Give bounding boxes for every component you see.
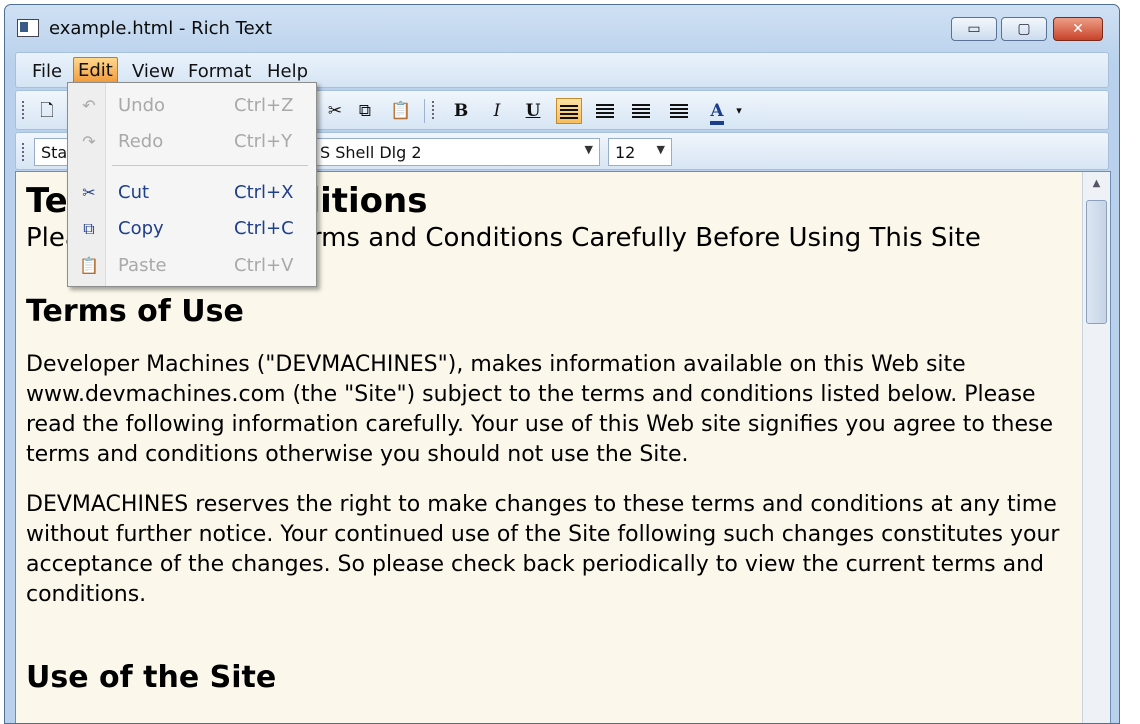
menu-item-label: Undo (118, 95, 166, 116)
copy-icon: ⧉ (83, 219, 95, 238)
menu-item-label: Copy (118, 218, 164, 239)
menu-format[interactable]: Format (184, 59, 255, 84)
scroll-thumb[interactable] (1086, 200, 1107, 324)
align-right-button[interactable] (628, 98, 654, 124)
menu-item-shortcut: Ctrl+C (234, 218, 294, 239)
maximize-button[interactable]: ▢ (1001, 17, 1047, 41)
menu-item-shortcut: Ctrl+X (234, 182, 294, 203)
minimize-button[interactable]: ▭ (951, 17, 997, 41)
menu-edit[interactable]: Edit (73, 57, 118, 84)
font-size-combo[interactable]: 12 ▼ (608, 138, 672, 166)
title-bar[interactable]: example.html - Rich Text ▭ ▢ ✕ (5, 5, 1119, 51)
scissors-icon: ✂ (82, 183, 96, 202)
align-center-button[interactable] (592, 98, 618, 124)
menu-separator (112, 165, 308, 166)
redo-icon: ↷ (82, 132, 96, 151)
menu-item-redo[interactable]: ↷ Redo Ctrl+Y (68, 125, 316, 159)
menu-item-shortcut: Ctrl+Z (234, 95, 294, 116)
chevron-down-icon: ▼ (656, 143, 665, 156)
edit-menu-dropdown: ↶ Undo Ctrl+Z ↷ Redo Ctrl+Y ✂ Cut Ctrl+X… (67, 82, 317, 287)
copy-toolbar-icon[interactable]: ⧉ (352, 98, 378, 124)
undo-icon: ↶ (82, 96, 96, 115)
menu-view[interactable]: View (128, 59, 179, 84)
align-left-icon (560, 104, 578, 120)
toolbar-separator (424, 99, 425, 123)
menu-help[interactable]: Help (263, 59, 312, 84)
scroll-up-icon[interactable]: ▲ (1086, 174, 1107, 194)
align-center-icon (596, 103, 614, 119)
menu-item-label: Paste (118, 255, 167, 276)
menu-item-paste[interactable]: 📋 Paste Ctrl+V (68, 249, 316, 283)
paste-toolbar-icon[interactable]: 📋 (388, 98, 414, 124)
font-name-combo[interactable]: S Shell Dlg 2 ▼ (314, 138, 600, 166)
menu-item-copy[interactable]: ⧉ Copy Ctrl+C (68, 212, 316, 246)
font-color-dropdown[interactable]: ▾ (732, 98, 746, 124)
app-icon[interactable] (17, 19, 39, 37)
font-name-value: S Shell Dlg 2 (320, 143, 422, 162)
document-subtitle-end: rms and Conditions Carefully Before Usin… (310, 223, 981, 253)
menu-item-undo[interactable]: ↶ Undo Ctrl+Z (68, 89, 316, 123)
font-color-button[interactable]: A (704, 98, 730, 125)
section-heading: Terms of Use (26, 294, 244, 329)
italic-button[interactable]: I (484, 98, 510, 124)
menu-item-shortcut: Ctrl+Y (234, 131, 293, 152)
menu-file[interactable]: File (28, 59, 66, 84)
align-left-button[interactable] (556, 98, 582, 124)
toolbar-grip[interactable] (22, 101, 25, 119)
cut-toolbar-icon[interactable]: ✂ (322, 98, 348, 124)
paragraph: Developer Machines ("DEVMACHINES"), make… (26, 352, 1053, 467)
close-button[interactable]: ✕ (1053, 17, 1103, 41)
align-right-icon (632, 103, 650, 119)
chevron-down-icon: ▼ (584, 143, 593, 156)
new-document-icon[interactable]: 🗋 (34, 98, 60, 124)
vertical-scrollbar[interactable]: ▲ (1082, 172, 1110, 723)
menu-item-label: Cut (118, 182, 150, 203)
menu-item-cut[interactable]: ✂ Cut Ctrl+X (68, 176, 316, 210)
bold-button[interactable]: B (448, 98, 474, 124)
font-size-value: 12 (615, 143, 636, 162)
menu-item-label: Redo (118, 131, 164, 152)
font-color-icon: A (710, 101, 724, 125)
menu-item-shortcut: Ctrl+V (234, 255, 294, 276)
document-title-start: Te (26, 181, 68, 221)
toolbar-grip[interactable] (432, 101, 435, 119)
justify-button[interactable] (666, 98, 692, 124)
paragraph: DEVMACHINES reserves the right to make c… (26, 492, 1060, 607)
justify-icon (670, 103, 688, 119)
window-title: example.html - Rich Text (49, 18, 273, 39)
underline-button[interactable]: U (520, 98, 546, 124)
section-heading: Use of the Site (26, 660, 277, 695)
paste-icon: 📋 (79, 256, 99, 275)
toolbar-grip[interactable] (22, 143, 25, 161)
